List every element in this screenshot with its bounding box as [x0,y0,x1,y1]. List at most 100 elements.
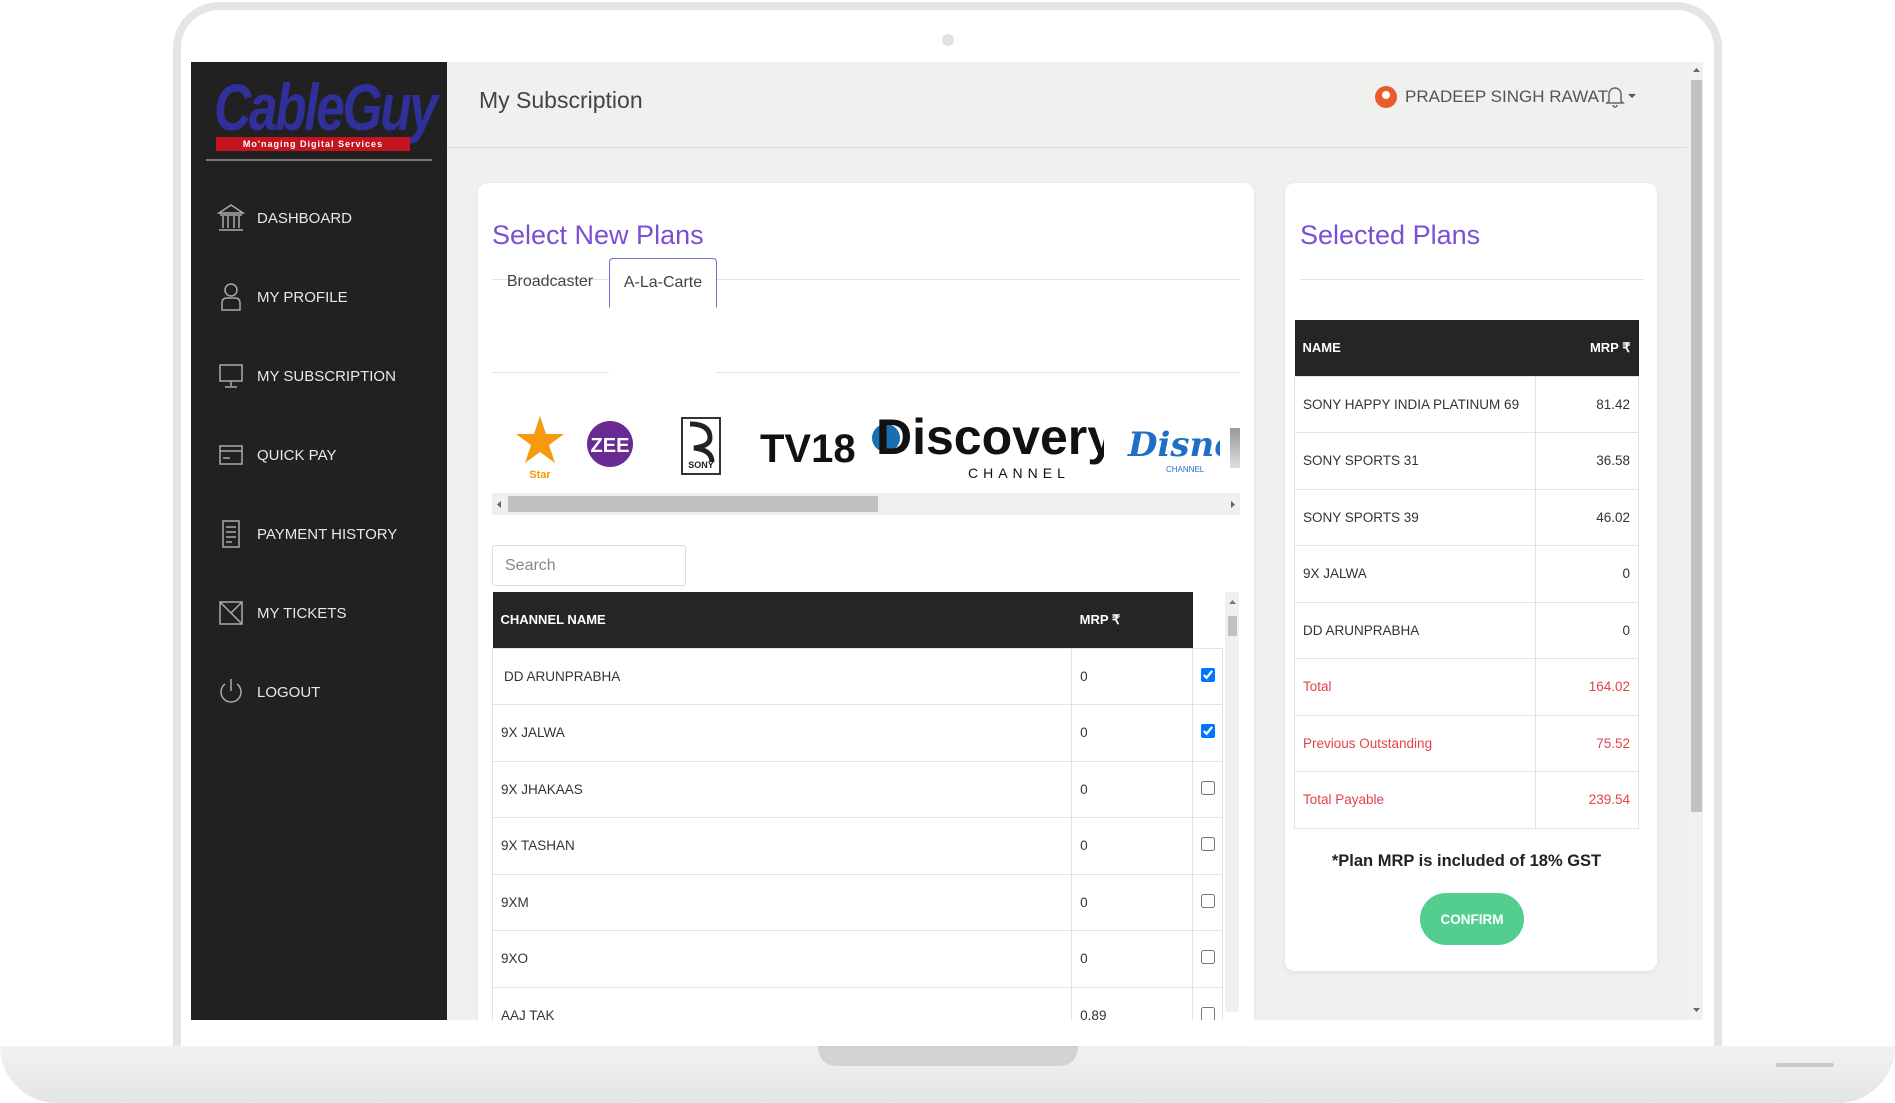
channel-checkbox[interactable] [1200,1006,1215,1021]
user-icon [221,283,241,311]
total-value: 164.02 [1535,658,1639,716]
plan-name: SONY SPORTS 39 [1294,488,1536,546]
channel-name: 9X JHAKAAS [491,760,1073,818]
table-row: SONY SPORTS 31 36.58 [1294,432,1639,490]
plan-name: 9X JALWA [1294,545,1536,603]
table-row[interactable]: DD ARUNPRABHA 0 [491,647,1223,705]
search-input[interactable] [492,545,686,586]
column-header-channel-name: CHANNEL NAME [492,592,1072,648]
scroll-left-icon[interactable] [495,500,503,509]
gst-note: *Plan MRP is included of 18% GST [1331,852,1602,870]
channel-checkbox[interactable] [1200,837,1215,852]
select-plans-title: Select New Plans [492,220,704,250]
plan-mrp: 0 [1535,601,1639,659]
sidebar-item-label: MY PROFILE [257,288,348,306]
table-row[interactable]: 9XO 0 [491,930,1223,988]
laptop-notch [818,1046,1078,1066]
channel-table-scrollbar[interactable] [1225,592,1239,1012]
card-icon [219,445,243,465]
sidebar-item-my-tickets[interactable]: MY TICKETS [217,593,447,633]
plan-name: SONY SPORTS 31 [1294,432,1536,490]
selected-plans-table: NAME MRP ₹ SONY HAPPY INDIA PLATINUM 69 8… [1294,320,1639,829]
total-payable-row: Total Payable 239.54 [1294,771,1639,829]
tab-a-la-carte[interactable]: A-La-Carte [609,258,717,308]
channel-table-scrollbar-thumb[interactable] [1228,616,1237,636]
channel-mrp: 0 [1071,873,1194,931]
channel-name: 9X TASHAN [491,817,1073,875]
page-scrollbar-thumb[interactable] [1691,80,1702,812]
table-row: DD ARUNPRABHA 0 [1294,601,1639,659]
table-row[interactable]: 9X JHAKAAS 0 [491,760,1223,818]
channel-mrp: 0 [1071,704,1194,762]
top-header: My Subscription PRADEEP SINGH RAWAT [447,62,1687,148]
scroll-right-icon[interactable] [1229,500,1237,509]
table-row[interactable]: 9X TASHAN 0 [491,817,1223,875]
total-payable-value: 239.54 [1535,771,1639,829]
sidebar-item-label: MY SUBSCRIPTION [257,367,396,385]
channel-checkbox[interactable] [1200,950,1215,965]
table-row: SONY HAPPY INDIA PLATINUM 69 81.42 [1294,375,1639,433]
column-header-mrp: MRP ₹ [1535,320,1639,376]
channel-name: 9X JALWA [491,704,1073,762]
tab-broadcaster[interactable]: Broadcaster [492,258,608,308]
user-menu[interactable]: PRADEEP SINGH RAWAT [1375,86,1608,108]
sidebar-item-my-subscription[interactable]: MY SUBSCRIPTION [217,356,447,396]
logo-strip-scrollbar[interactable] [492,493,1240,515]
total-label: Total [1294,658,1536,716]
plan-name: DD ARUNPRABHA [1294,601,1536,659]
plan-mrp: 36.58 [1535,432,1639,490]
sidebar-item-label: MY TICKETS [257,604,347,622]
broadcaster-logo-tv18[interactable]: TV18 [760,422,856,472]
sidebar-item-logout[interactable]: LOGOUT [217,672,447,712]
broadcaster-logo-partial[interactable] [1230,428,1240,468]
broadcaster-logo-disney[interactable]: DisneyCHANNEL [1124,416,1220,476]
plan-mrp: 46.02 [1535,488,1639,546]
logo-text: CableGuy [214,70,438,144]
sidebar-item-quick-pay[interactable]: QUICK PAY [217,435,447,475]
sidebar-item-dashboard[interactable]: DASHBOARD [217,198,447,238]
sidebar-item-payment-history[interactable]: PAYMENT HISTORY [217,514,447,554]
logo-text-discovery-channel: CHANNEL [968,465,1070,481]
column-header-name: NAME [1294,320,1536,376]
broadcaster-logo-discovery[interactable]: DiscoveryCHANNEL [868,406,1104,482]
laptop-indicator [1776,1063,1834,1067]
broadcaster-logo-strip: Star ZEE SONY TV18 Discovery CHANNEL Disn… [466,404,1240,484]
channel-name: 9XO [491,930,1073,988]
sidebar-item-my-profile[interactable]: MY PROFILE [217,277,447,317]
column-header-select [1192,592,1223,648]
broadcaster-logo-zee[interactable]: ZEE [586,414,634,476]
channel-checkbox[interactable] [1200,893,1215,908]
previous-outstanding-value: 75.52 [1535,714,1639,772]
table-row[interactable]: 9XM 0 [491,873,1223,931]
screen-bottom-bezel [191,1020,1703,1046]
broadcaster-logo-sony[interactable]: SONY [680,416,722,478]
page-title: My Subscription [479,87,643,113]
bank-icon [217,204,245,231]
tab-underline [716,372,1240,373]
logo-strip-scrollbar-thumb[interactable] [508,496,878,512]
avatar [1375,86,1397,108]
logo-text-star: Star [529,469,551,480]
logo-text-zee: ZEE [591,435,630,457]
cableguy-logo[interactable]: CableGuy Mo'naging Digital Services [206,66,438,161]
logo-text-disney: Disney [1127,425,1220,465]
channel-mrp: 0 [1071,647,1194,705]
table-row: SONY SPORTS 39 46.02 [1294,488,1639,546]
table-row[interactable]: 9X JALWA 0 [491,704,1223,762]
sidebar-item-label: LOGOUT [257,683,321,701]
notifications-button[interactable] [1605,84,1639,108]
logo-text-disney-channel: CHANNEL [1166,465,1205,474]
user-name: PRADEEP SINGH RAWAT [1405,87,1609,106]
logo-text-sony: SONY [688,460,714,470]
channel-checkbox[interactable] [1200,724,1215,739]
divider [1300,279,1644,280]
confirm-button[interactable]: CONFIRM [1420,893,1524,945]
column-header-mrp: MRP ₹ [1071,592,1193,648]
channel-checkbox[interactable] [1200,780,1215,795]
scroll-down-icon[interactable] [1691,1006,1702,1014]
scroll-up-icon[interactable] [1691,66,1702,74]
bell-icon [1605,87,1625,108]
scroll-up-icon[interactable] [1228,598,1237,605]
channel-checkbox[interactable] [1200,667,1215,682]
broadcaster-logo-star[interactable]: Star [515,412,565,480]
